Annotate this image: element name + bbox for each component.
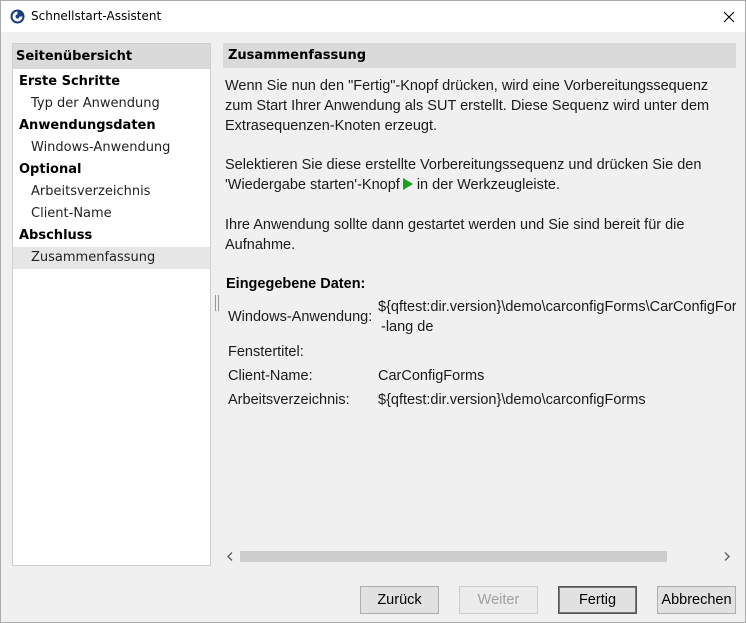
close-button[interactable] <box>713 2 745 31</box>
page-overview-header: Seitenübersicht <box>13 44 210 69</box>
nav-group-erste-schritte[interactable]: Erste Schritte <box>13 71 210 93</box>
scrollbar-thumb[interactable] <box>240 551 667 562</box>
content-header: Zusammenfassung <box>223 43 736 68</box>
horizontal-scrollbar[interactable] <box>223 548 736 565</box>
entered-data-heading: Eingegebene Daten: <box>226 276 366 292</box>
summary-paragraph-1: Wenn Sie nun den "Fertig"-Knopf drücken,… <box>225 78 710 134</box>
back-button[interactable]: Zurück <box>360 586 439 614</box>
client-name-label: Client-Name: <box>228 368 313 384</box>
play-icon <box>402 178 413 190</box>
qftest-app-icon <box>10 9 25 24</box>
finish-button[interactable]: Fertig <box>558 586 637 614</box>
summary-paragraph-2-end: in der Werkzeugleiste. <box>416 177 560 193</box>
scroll-left-icon[interactable] <box>226 552 234 561</box>
nav-item-arbeitsverzeichnis[interactable]: Arbeitsverzeichnis <box>13 181 210 203</box>
windows-anwendung-label: Windows-Anwendung: <box>228 309 373 325</box>
summary-paragraph-2: Selektieren Sie diese erstellte Vorberei… <box>225 155 735 195</box>
windows-anwendung-args: -lang de <box>381 319 434 335</box>
nav-group-abschluss[interactable]: Abschluss <box>13 225 210 247</box>
nav-item-windows-anwendung[interactable]: Windows-Anwendung <box>13 137 210 159</box>
page-overview-list: Erste Schritte Typ der Anwendung Anwendu… <box>13 71 210 269</box>
close-icon <box>723 11 735 22</box>
arbeitsverzeichnis-label: Arbeitsverzeichnis: <box>228 392 350 408</box>
arbeitsverzeichnis-value: ${qftest:dir.version}\demo\carconfigForm… <box>378 392 646 408</box>
title-bar: Schnellstart-Assistent <box>1 1 745 32</box>
fenstertitel-label: Fenstertitel: <box>228 344 304 360</box>
next-button[interactable]: Weiter <box>459 586 538 614</box>
summary-content: Wenn Sie nun den "Fertig"-Knopf drücken,… <box>223 69 736 544</box>
nav-group-anwendungsdaten[interactable]: Anwendungsdaten <box>13 115 210 137</box>
nav-item-client-name[interactable]: Client-Name <box>13 203 210 225</box>
cancel-button[interactable]: Abbrechen <box>657 586 736 614</box>
nav-group-optional[interactable]: Optional <box>13 159 210 181</box>
summary-paragraph-3: Ihre Anwendung sollte dann gestartet wer… <box>225 217 685 253</box>
splitter-handle[interactable] <box>215 295 219 311</box>
scroll-right-icon[interactable] <box>723 552 731 561</box>
windows-anwendung-value: ${qftest:dir.version}\demo\carconfigForm… <box>378 299 736 315</box>
page-overview-panel: Seitenübersicht Erste Schritte Typ der A… <box>12 43 211 566</box>
wizard-window: Schnellstart-Assistent Seitenübersicht E… <box>0 0 746 623</box>
nav-item-zusammenfassung[interactable]: Zusammenfassung <box>13 247 210 269</box>
client-name-value: CarConfigForms <box>378 368 485 384</box>
window-title: Schnellstart-Assistent <box>31 9 162 23</box>
nav-item-typ-der-anwendung[interactable]: Typ der Anwendung <box>13 93 210 115</box>
